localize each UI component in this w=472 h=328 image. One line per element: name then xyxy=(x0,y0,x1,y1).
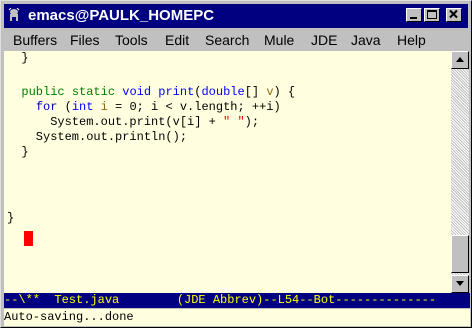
menu-jde[interactable]: JDE xyxy=(311,30,337,50)
code-token: } xyxy=(7,211,15,225)
code-token: v xyxy=(266,85,274,99)
scroll-down-button[interactable] xyxy=(451,275,469,293)
menu-java[interactable]: Java xyxy=(351,30,381,50)
scroll-up-arrow-icon xyxy=(456,57,464,62)
scroll-down-arrow-icon xyxy=(456,281,464,286)
code-token: System.out.print(v[i] + xyxy=(7,115,224,129)
code-token: static xyxy=(71,85,116,99)
text-cursor xyxy=(24,231,33,246)
code-line[interactable]: System.out.print(v[i] + " "); xyxy=(7,115,259,130)
menu-buffers[interactable]: Buffers xyxy=(13,30,57,50)
minimize-button[interactable] xyxy=(406,8,422,22)
maximize-button[interactable] xyxy=(424,8,440,22)
editor-buffer[interactable]: } public static void print(double[] v) {… xyxy=(4,51,451,293)
code-token: public xyxy=(21,85,65,99)
scroll-up-button[interactable] xyxy=(451,51,469,69)
code-token: ( xyxy=(57,100,72,114)
vertical-scrollbar[interactable] xyxy=(451,51,469,293)
code-token: for xyxy=(35,100,58,114)
code-token: print xyxy=(158,85,195,99)
maximize-icon xyxy=(427,10,437,19)
code-line[interactable]: for (int i = 0; i < v.length; ++i) xyxy=(7,100,281,115)
emacs-window: emacs@PAULK_HOMEPC Buffers Files Tools E… xyxy=(0,0,472,328)
code-token: double xyxy=(201,85,245,99)
menu-files[interactable]: Files xyxy=(70,30,100,50)
code-token: void xyxy=(122,85,152,99)
code-line[interactable]: public static void print(double[] v) { xyxy=(7,85,295,100)
code-token: } xyxy=(7,51,29,65)
code-token: = 0; i < v.length; ++i) xyxy=(107,100,281,114)
menu-help[interactable]: Help xyxy=(397,30,426,50)
scrollbar-thumb[interactable] xyxy=(451,235,469,273)
menu-tools[interactable]: Tools xyxy=(115,30,148,50)
code-token: } xyxy=(7,145,29,159)
menu-mule[interactable]: Mule xyxy=(264,30,294,50)
close-icon xyxy=(449,9,458,19)
close-button[interactable] xyxy=(446,8,462,22)
title-bar[interactable]: emacs@PAULK_HOMEPC xyxy=(4,4,468,28)
menu-bar: Buffers Files Tools Edit Search Mule JDE… xyxy=(4,29,470,51)
code-token: int xyxy=(71,100,94,114)
code-token: i xyxy=(100,100,108,114)
code-line[interactable]: } xyxy=(7,51,29,66)
window-title: emacs@PAULK_HOMEPC xyxy=(28,7,215,24)
emacs-gnu-icon[interactable] xyxy=(7,7,21,23)
minibuffer[interactable]: Auto-saving...done xyxy=(4,309,470,326)
mode-line: --\** Test.java (JDE Abbrev)--L54--Bot--… xyxy=(4,293,470,308)
code-line[interactable]: } xyxy=(7,145,29,160)
menu-edit[interactable]: Edit xyxy=(165,30,189,50)
code-line[interactable]: System.out.println(); xyxy=(7,130,187,145)
minimize-icon xyxy=(410,17,417,19)
code-token: ); xyxy=(244,115,260,129)
code-token: " " xyxy=(223,115,245,129)
code-token: [] xyxy=(244,85,267,99)
code-token: System.out.println(); xyxy=(7,130,188,144)
menu-search[interactable]: Search xyxy=(205,30,249,50)
code-line[interactable]: } xyxy=(7,211,14,226)
code-token: ) { xyxy=(273,85,296,99)
